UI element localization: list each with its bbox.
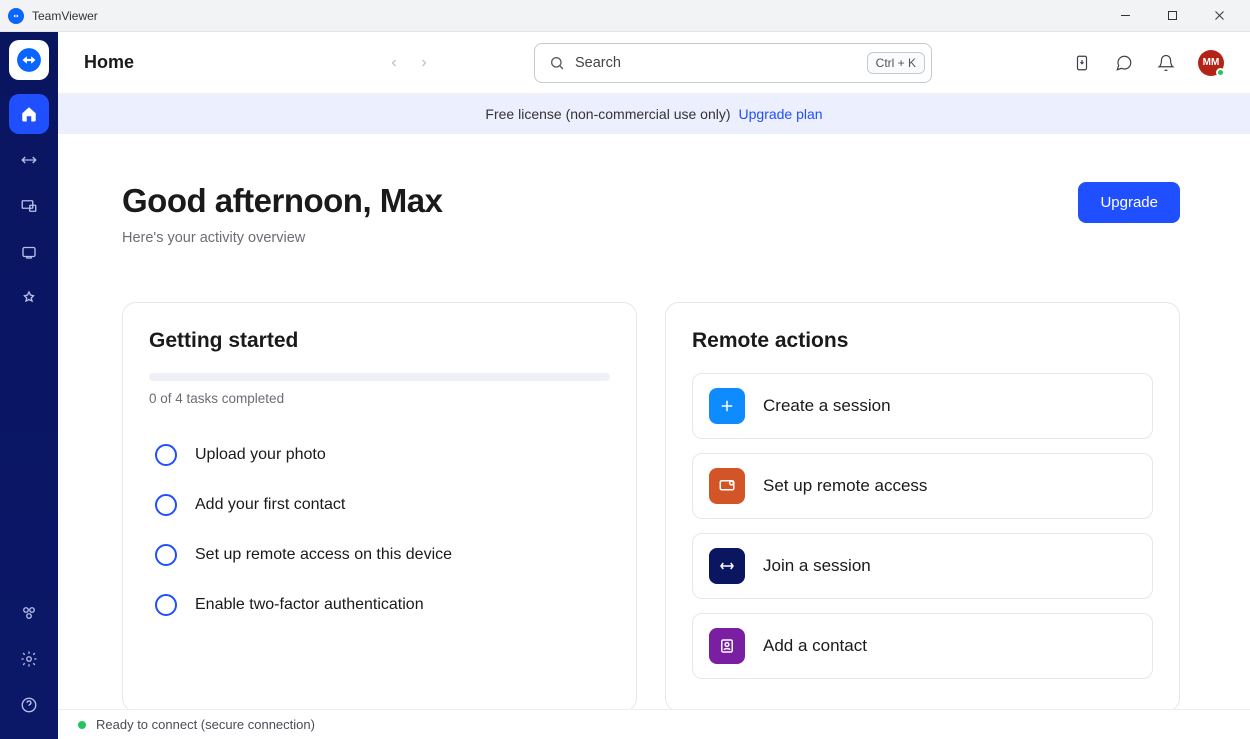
upgrade-plan-link[interactable]: Upgrade plan	[739, 106, 823, 122]
gs-item-upload-photo[interactable]: Upload your photo	[149, 430, 610, 480]
checkbox-circle-icon	[155, 444, 177, 466]
gs-item-label: Upload your photo	[195, 446, 326, 464]
bell-icon[interactable]	[1156, 53, 1176, 73]
presence-dot-icon	[1216, 68, 1225, 77]
progress-label: 0 of 4 tasks completed	[149, 391, 610, 406]
window-minimize-button[interactable]	[1103, 2, 1148, 30]
app-logo-icon	[8, 8, 24, 24]
page-title: Home	[84, 52, 134, 73]
getting-started-title: Getting started	[149, 329, 610, 353]
remote-actions-card: Remote actions Create a session Set up r…	[665, 302, 1180, 709]
status-dot-icon	[78, 721, 86, 729]
statusbar: Ready to connect (secure connection)	[58, 709, 1250, 739]
monitor-icon	[709, 468, 745, 504]
greeting-title: Good afternoon, Max	[122, 182, 443, 220]
progress-bar	[149, 373, 610, 381]
sidebar-item-devices[interactable]	[9, 186, 49, 226]
ra-add-contact[interactable]: Add a contact	[692, 613, 1153, 679]
gs-item-label: Set up remote access on this device	[195, 546, 452, 564]
banner-text: Free license (non-commercial use only)	[485, 106, 730, 122]
gs-item-add-contact[interactable]: Add your first contact	[149, 480, 610, 530]
sidebar-item-help[interactable]	[9, 685, 49, 725]
ra-setup-remote-access[interactable]: Set up remote access	[692, 453, 1153, 519]
search-icon	[549, 55, 565, 71]
checkbox-circle-icon	[155, 544, 177, 566]
ra-item-label: Create a session	[763, 396, 891, 416]
content-scroll[interactable]: Good afternoon, Max Here's your activity…	[58, 134, 1250, 709]
search-placeholder: Search	[575, 55, 857, 71]
download-icon[interactable]	[1072, 53, 1092, 73]
window-close-button[interactable]	[1197, 2, 1242, 30]
ra-create-session[interactable]: Create a session	[692, 373, 1153, 439]
remote-actions-title: Remote actions	[692, 329, 1153, 353]
ra-item-label: Join a session	[763, 556, 871, 576]
sidebar-item-plugins[interactable]	[9, 593, 49, 633]
gs-item-2fa[interactable]: Enable two-factor authentication	[149, 580, 610, 630]
license-banner: Free license (non-commercial use only) U…	[58, 94, 1250, 134]
sidebar-item-sessions[interactable]	[9, 232, 49, 272]
sidebar-item-connections[interactable]	[9, 140, 49, 180]
ra-item-label: Set up remote access	[763, 476, 927, 496]
sidebar-item-home[interactable]	[9, 94, 49, 134]
getting-started-card: Getting started 0 of 4 tasks completed U…	[122, 302, 637, 709]
status-text: Ready to connect (secure connection)	[96, 717, 315, 732]
gs-item-label: Add your first contact	[195, 496, 345, 514]
window-title: TeamViewer	[32, 9, 98, 23]
search-shortcut: Ctrl + K	[867, 52, 925, 74]
checkbox-circle-icon	[155, 494, 177, 516]
upgrade-button[interactable]: Upgrade	[1078, 182, 1180, 223]
window-maximize-button[interactable]	[1150, 2, 1195, 30]
window-titlebar: TeamViewer	[0, 0, 1250, 32]
avatar[interactable]: MM	[1198, 50, 1224, 76]
ra-join-session[interactable]: Join a session	[692, 533, 1153, 599]
swap-icon	[709, 548, 745, 584]
search-input[interactable]: Search Ctrl + K	[534, 43, 932, 83]
contact-icon	[709, 628, 745, 664]
sidebar-item-meetings[interactable]	[9, 278, 49, 318]
plus-icon	[709, 388, 745, 424]
nav-forward-button[interactable]	[412, 51, 436, 75]
nav-back-button[interactable]	[382, 51, 406, 75]
chat-icon[interactable]	[1114, 53, 1134, 73]
topbar: Home Search Ctrl + K MM	[58, 32, 1250, 94]
avatar-initials: MM	[1203, 57, 1220, 68]
sidebar-item-settings[interactable]	[9, 639, 49, 679]
sidebar-logo[interactable]	[9, 40, 49, 80]
gs-item-label: Enable two-factor authentication	[195, 596, 424, 614]
checkbox-circle-icon	[155, 594, 177, 616]
greeting-subtitle: Here's your activity overview	[122, 230, 443, 246]
gs-item-remote-access[interactable]: Set up remote access on this device	[149, 530, 610, 580]
sidebar	[0, 32, 58, 739]
ra-item-label: Add a contact	[763, 636, 867, 656]
